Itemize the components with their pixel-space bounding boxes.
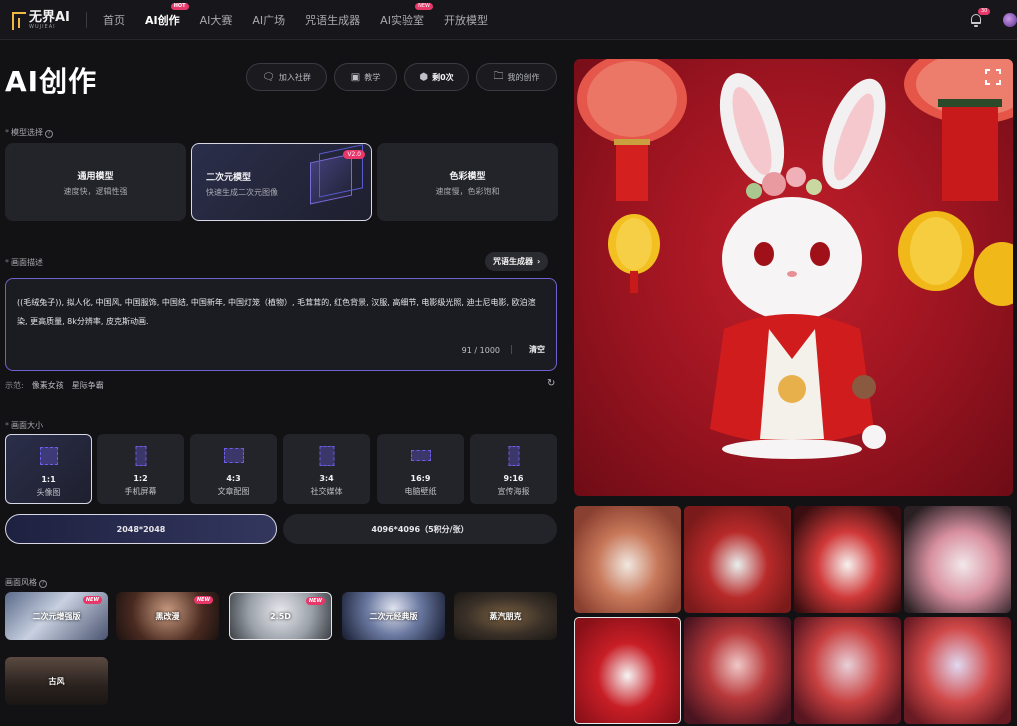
join-community-button[interactable]: 🗨︎ 加入社群 [246, 63, 327, 91]
result-thumbnail[interactable] [684, 617, 791, 724]
model-section-label: * 模型选择? [5, 127, 53, 138]
chat-icon: 🗨︎ [262, 71, 275, 83]
style-option-anime-enhanced[interactable]: 二次元增强版 NEW [5, 592, 108, 640]
prompt-text: ((毛绒兔子)), 拟人化, 中国风, 中国服饰, 中国结, 中国新年, 中国灯… [17, 298, 536, 326]
result-thumbnail-selected[interactable] [574, 617, 681, 724]
new-badge: NEW [305, 597, 325, 605]
nav-item-spell-generator[interactable]: 咒语生成器 [305, 12, 360, 28]
style-option-anime-classic[interactable]: 二次元经典版 [342, 592, 445, 640]
my-creations-button[interactable]: 🗀︎ 我的创作 [476, 63, 557, 91]
style-section-label: 画面风格? [5, 577, 47, 588]
spell-generator-button[interactable]: 咒语生成器 › [485, 252, 549, 271]
ratio-option-4-3[interactable]: 4:3 文章配图 [190, 434, 277, 504]
fullscreen-icon[interactable] [985, 69, 1001, 85]
model-option-general[interactable]: 通用模型 速度快，逻辑性强 [5, 143, 186, 221]
model-option-anime[interactable]: 二次元模型 快速生成二次元图像 V2.0 [191, 143, 372, 221]
result-thumbnail[interactable] [574, 506, 681, 613]
style-option-steampunk[interactable]: 蒸汽朋克 [454, 592, 557, 640]
hot-badge: HOT [170, 3, 189, 10]
ratio-portrait-icon [319, 446, 334, 466]
example-link[interactable]: 像素女孩 [32, 380, 64, 391]
lantern-left-top [577, 59, 687, 201]
ratio-option-1-2[interactable]: 1:2 手机屏幕 [97, 434, 184, 504]
main-preview-image[interactable] [574, 59, 1013, 496]
result-thumbnail[interactable] [794, 506, 901, 613]
chevron-right-icon: › [537, 257, 541, 266]
style-option-ancient[interactable]: 古风 [5, 657, 108, 705]
remaining-count-button[interactable]: ⬢ 剩0次 [404, 63, 469, 91]
prompt-input[interactable]: ((毛绒兔子)), 拟人化, 中国风, 中国服饰, 中国结, 中国新年, 中国灯… [5, 278, 557, 371]
tutorial-button[interactable]: ▣ 教学 [334, 63, 397, 91]
nav-item-ai-contest[interactable]: AI大赛 [200, 12, 233, 28]
resolution-2048-button[interactable]: 2048*2048 [5, 514, 277, 544]
logo-subtext: WUJIEAI [29, 23, 56, 30]
ratio-option-16-9[interactable]: 16:9 电脑壁纸 [377, 434, 464, 504]
lantern-right-gold [898, 211, 1013, 306]
main-nav: 首页 AI创作 HOT AI大赛 AI广场 咒语生成器 AI实验室 NEW 开放模型 [103, 0, 508, 40]
ratio-option-3-4[interactable]: 3:4 社交媒体 [283, 434, 370, 504]
nav-item-ai-plaza[interactable]: AI广场 [252, 12, 285, 28]
resolution-4096-button[interactable]: 4096*4096（5积分/张） [283, 514, 557, 544]
ratio-wide-icon [410, 450, 431, 461]
prompt-examples: 示范: 像素女孩 星际争霸 [5, 380, 104, 391]
book-icon: ▣ [350, 71, 361, 83]
nav-item-open-models[interactable]: 开放模型 [444, 12, 488, 28]
clear-button[interactable]: 清空 [529, 344, 545, 355]
ratio-option-1-1[interactable]: 1:1 头像图 [5, 434, 92, 504]
model-option-color[interactable]: 色彩模型 速度慢，色彩饱和 [377, 143, 558, 221]
new-badge: NEW [82, 596, 102, 604]
new-badge: NEW [415, 3, 433, 10]
nav-divider [86, 12, 87, 28]
result-thumbnail[interactable] [904, 506, 1011, 613]
shield-icon: ⬢ [419, 71, 429, 83]
rabbit-illustration [577, 59, 1013, 459]
example-link[interactable]: 星际争霸 [72, 380, 104, 391]
result-thumbnail[interactable] [904, 617, 1011, 724]
style-option-comic-black[interactable]: 黑改漫 NEW [116, 592, 219, 640]
logo-mark-icon [10, 10, 26, 30]
notification-count: 30 [978, 8, 991, 15]
logo-text: 无界AI [29, 9, 70, 25]
ratio-portrait-icon [135, 446, 146, 466]
new-badge: NEW [193, 596, 213, 604]
help-icon[interactable]: ? [45, 130, 53, 138]
style-option-2-5d[interactable]: 2.5D NEW [229, 592, 332, 640]
nav-item-home[interactable]: 首页 [103, 12, 125, 28]
nav-item-ai-lab[interactable]: AI实验室 NEW [380, 3, 433, 28]
ratio-tall-icon [508, 446, 519, 466]
result-thumbnail[interactable] [684, 506, 791, 613]
folder-icon: 🗀︎ [493, 70, 504, 82]
result-thumbnail[interactable] [794, 617, 901, 724]
ratio-square-icon [39, 447, 58, 465]
ratio-option-9-16[interactable]: 9:16 宣传海报 [470, 434, 557, 504]
refresh-icon[interactable]: ↻ [547, 378, 555, 389]
nav-item-ai-create[interactable]: AI创作 HOT [145, 3, 189, 28]
prompt-char-count: 91 / 1000 [461, 346, 500, 355]
prompt-section-label: * 画面描述 [5, 258, 43, 267]
version-badge: V2.0 [343, 150, 365, 159]
size-section-label: * 画面大小 [5, 421, 43, 430]
top-navigation-bar: 无界AI WUJIEAI 首页 AI创作 HOT AI大赛 AI广场 咒语生成器 … [0, 0, 1017, 40]
page-title: AI创作 [5, 65, 98, 98]
ratio-landscape-icon [223, 448, 244, 463]
help-icon[interactable]: ? [39, 580, 47, 588]
avatar[interactable] [1003, 13, 1017, 27]
logo[interactable]: 无界AI WUJIEAI [10, 9, 70, 31]
lantern-left-gold [608, 214, 660, 293]
